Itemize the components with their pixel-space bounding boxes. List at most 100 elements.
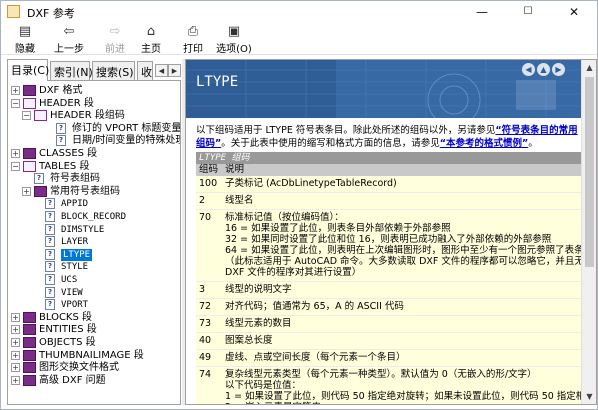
tree-item[interactable]: + CLASSES 段 bbox=[8, 148, 180, 160]
row-description: 子类标记 (AcDbLinetypeTableRecord) bbox=[225, 178, 397, 189]
expand-icon[interactable]: + bbox=[11, 312, 20, 322]
tab-scroll-left-icon[interactable]: ◀ bbox=[155, 64, 168, 77]
expand-icon[interactable]: + bbox=[11, 350, 20, 360]
forward-label: 前进 bbox=[105, 44, 125, 55]
tree-item[interactable]: ? 符号表组码 bbox=[8, 173, 180, 185]
tab-scroll-right-icon[interactable]: ▶ bbox=[168, 64, 181, 77]
row-code: 49 bbox=[199, 352, 212, 363]
book-icon bbox=[23, 349, 36, 361]
row-code: 74 bbox=[199, 369, 212, 380]
tree-item[interactable]: ? UCS bbox=[8, 274, 180, 286]
hide-button[interactable]: ▤ 隐藏 bbox=[9, 24, 41, 55]
tree-item[interactable]: ? VIEW bbox=[8, 286, 180, 299]
contents-tree: + DXF 格式 − HEADER 段 − HEADER 段组码? 修订的 VPORT 标题… bbox=[7, 80, 181, 405]
row-description: 对齐代码；值通常为 65，A 的 ASCII 代码 bbox=[225, 301, 404, 312]
tree-item[interactable]: − TABLES 段 bbox=[8, 160, 180, 173]
row-code: 2 bbox=[199, 195, 206, 206]
table-caption: LTYPE 组码 bbox=[196, 152, 582, 164]
scroll-down-icon[interactable]: ▼ bbox=[582, 389, 596, 404]
minimize-button[interactable]: — bbox=[459, 1, 505, 23]
prev-topic-icon[interactable]: ◀ bbox=[522, 63, 535, 76]
options-label: 选项(O) bbox=[216, 44, 252, 55]
table-row: 72 对齐代码；值通常为 65，A 的 ASCII 代码 bbox=[196, 299, 582, 316]
tree-item-label: DIMSTYLE bbox=[61, 224, 105, 235]
up-topic-icon[interactable]: ▲ bbox=[537, 63, 550, 76]
tree-item[interactable]: ? LTYPE bbox=[8, 248, 180, 261]
book-icon bbox=[23, 362, 36, 374]
tree-item[interactable]: + THUMBNAILIMAGE 段 bbox=[8, 349, 180, 362]
row-code: 3 bbox=[199, 284, 206, 295]
expand-icon[interactable]: + bbox=[11, 375, 20, 385]
expand-icon[interactable]: + bbox=[11, 149, 20, 158]
collapse-icon[interactable]: − bbox=[11, 98, 20, 108]
help-page-icon: ? bbox=[45, 236, 55, 248]
row-description: 线型元素的数目 bbox=[225, 318, 292, 329]
tree-item[interactable]: + 常用符号表组码 bbox=[8, 185, 180, 198]
expand-icon[interactable]: + bbox=[22, 186, 31, 196]
link-format-conventions[interactable]: “本参考的格式惯例” bbox=[440, 138, 529, 149]
tree-item-label: DXF 格式 bbox=[39, 85, 83, 96]
tree-item[interactable]: ? BLOCK_RECORD bbox=[8, 211, 180, 223]
header-code: 组码 bbox=[199, 164, 219, 175]
tree-item-label: VIEW bbox=[61, 287, 83, 298]
table-header-row: 组码 说明 bbox=[196, 164, 582, 176]
tree-item[interactable]: + BLOCKS 段 bbox=[8, 311, 180, 324]
tree-item-label: 常用符号表组码 bbox=[50, 185, 120, 197]
intro-text: 以下组码适用于 LTYPE 符号表条目。除此处所述的组码以外，另请参见 bbox=[196, 125, 496, 136]
tree-item[interactable]: + OBJECTS 段 bbox=[8, 337, 180, 349]
row-description: 标准标记值（按位编码值）： 16 = 如果设置了此位，则表条目外部依赖于外部参照… bbox=[225, 212, 597, 278]
tree-item-label: 符号表组码 bbox=[50, 173, 100, 185]
tree-item[interactable]: + 图形交换文件格式 bbox=[8, 362, 180, 374]
tab-favorites[interactable]: 收 bbox=[137, 61, 153, 80]
open-book-icon bbox=[34, 110, 47, 122]
row-description: 复杂线型元素类型（每个元素一种类型）。默认值为 0（无嵌入的形/文字） 以下代码… bbox=[225, 369, 596, 404]
help-page-icon: ? bbox=[45, 261, 55, 273]
expand-icon[interactable]: + bbox=[11, 363, 20, 373]
tree-item[interactable]: ? LAYER bbox=[8, 236, 180, 248]
nav-tabs: 目录(C) 索引(N) 搜索(S) 收 ◀ ▶ bbox=[7, 59, 181, 81]
table-row: 73 线型元素的数目 bbox=[196, 316, 582, 333]
tree-item[interactable]: ? STYLE bbox=[8, 261, 180, 273]
home-button[interactable]: ⌂ 主页 bbox=[137, 24, 165, 55]
tab-search[interactable]: 搜索(S) bbox=[92, 61, 135, 80]
tree-item[interactable]: + 高级 DXF 问题 bbox=[8, 374, 180, 387]
tab-contents[interactable]: 目录(C) bbox=[7, 59, 49, 81]
tree-item[interactable]: ? APPID bbox=[8, 198, 180, 210]
window-title: DXF 参考 bbox=[27, 7, 75, 20]
tree-item[interactable]: ? 日期/时间变量的特殊处理 bbox=[8, 135, 180, 147]
back-button[interactable]: ⇦ 上一步 bbox=[49, 24, 89, 55]
collapse-icon[interactable]: − bbox=[22, 111, 31, 121]
print-button[interactable]: ⎙ 打印 bbox=[179, 24, 207, 55]
row-description: 图案总长度 bbox=[225, 335, 273, 346]
book-icon bbox=[23, 324, 36, 336]
tree-item-label: THUMBNAILIMAGE 段 bbox=[39, 349, 144, 361]
tree-item-label: UCS bbox=[61, 275, 78, 285]
forward-button[interactable]: ⇨ 前进 bbox=[95, 24, 135, 55]
tree-item-label: BLOCKS 段 bbox=[39, 311, 93, 323]
tab-index[interactable]: 索引(N) bbox=[50, 61, 93, 80]
close-button[interactable]: ✕ bbox=[551, 1, 597, 23]
tree-item[interactable]: ? DIMSTYLE bbox=[8, 223, 180, 236]
tree-item[interactable]: − HEADER 段组码 bbox=[8, 110, 180, 122]
topic-scrollbar[interactable]: ▲ ▼ bbox=[581, 60, 596, 404]
printer-icon: ⎙ bbox=[187, 24, 199, 39]
maximize-button[interactable]: ☐ bbox=[505, 1, 551, 23]
table-row: 3 线型的说明文字 bbox=[196, 282, 582, 299]
scroll-up-icon[interactable]: ▲ bbox=[582, 60, 596, 75]
expand-icon[interactable]: + bbox=[11, 338, 20, 347]
expand-icon[interactable]: + bbox=[11, 86, 20, 95]
tree-item[interactable]: + DXF 格式 bbox=[8, 85, 180, 97]
tree-item[interactable]: ? 修订的 VPORT 标题变量 bbox=[8, 122, 180, 135]
tree-item[interactable]: + ENTITIES 段 bbox=[8, 324, 180, 336]
open-book-icon bbox=[23, 160, 36, 172]
next-topic-icon[interactable]: ▶ bbox=[552, 63, 565, 76]
forward-arrow-icon: ⇨ bbox=[109, 24, 121, 39]
collapse-icon[interactable]: − bbox=[11, 161, 20, 171]
options-button[interactable]: ▣ 选项(O) bbox=[213, 24, 255, 55]
expand-icon[interactable]: + bbox=[11, 325, 20, 335]
tree-item[interactable]: − HEADER 段 bbox=[8, 97, 180, 110]
tree-item[interactable]: ? VPORT bbox=[8, 299, 180, 311]
intro-text-end: 。 bbox=[528, 138, 538, 149]
scroll-thumb[interactable] bbox=[585, 77, 594, 267]
tree-item-label: VPORT bbox=[61, 300, 89, 311]
